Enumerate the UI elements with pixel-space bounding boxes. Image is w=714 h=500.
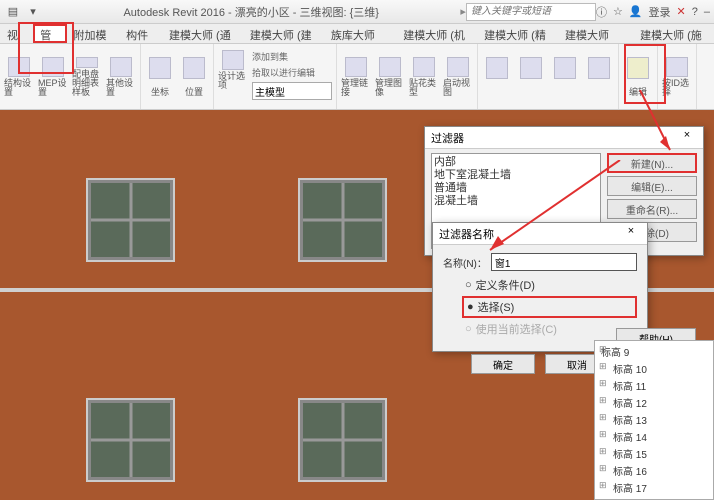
title-bar: ▤ ▾ Autodesk Revit 2016 - 漂亮的小区 - 三维视图: … <box>0 0 714 24</box>
window-model <box>88 400 173 480</box>
new-button[interactable]: 新建(N)... <box>607 153 697 173</box>
menu-m4[interactable]: 建模大师 (机电) <box>396 24 477 43</box>
btn-m2[interactable] <box>516 57 546 97</box>
btn-m4[interactable] <box>584 57 614 97</box>
help-icon[interactable]: ? <box>692 6 698 18</box>
rename-button[interactable]: 重命名(R)... <box>607 199 697 219</box>
window-model <box>300 180 385 260</box>
filter-dialog-title: 过滤器 × <box>425 127 703 149</box>
user-icon[interactable]: 👤 <box>629 5 643 18</box>
btn-other[interactable]: 其他设置 <box>106 57 136 97</box>
filter-item[interactable]: 普通墙 <box>434 182 598 195</box>
tree-item[interactable]: 标高 16 <box>597 462 711 479</box>
btn-m1[interactable] <box>482 57 512 97</box>
tree-item[interactable]: 标高 18 <box>597 496 711 500</box>
ok-button[interactable]: 确定 <box>471 354 535 374</box>
window-model <box>88 180 173 260</box>
highlight-ribbon-right <box>624 44 666 104</box>
ribbon: 结构设置 MEP设置 配电盘明细表样板 其他设置 坐标 位置 设计选项 添加到集… <box>0 44 714 110</box>
tree-item[interactable]: 标高 12 <box>597 394 711 411</box>
menu-m6[interactable]: 建模大师 (PC) <box>558 24 633 43</box>
pick-edit[interactable]: 拾取以进行编辑 <box>252 66 332 79</box>
filter-item[interactable]: 地下室混凝土墙 <box>434 169 598 182</box>
btn-decal[interactable]: 贴花类型 <box>409 57 439 97</box>
quick-access-toolbar: ▤ ▾ <box>4 3 42 21</box>
menu-m7[interactable]: 建模大师 (施工) <box>633 24 714 43</box>
min-icon[interactable]: – <box>704 6 710 18</box>
exchange-icon[interactable]: ✕ <box>677 5 686 18</box>
menu-m5[interactable]: 建模大师 (精装) <box>477 24 558 43</box>
menu-bar: 视图 管理 附加模块 构件坞 建模大师 (通用) 建模大师 (建筑) 族库大师V… <box>0 24 714 44</box>
app-title: Autodesk Revit 2016 - 漂亮的小区 - 三维视图: {三维} <box>42 4 460 20</box>
ribbon-group-location: 坐标 位置 <box>141 44 214 109</box>
star-icon[interactable]: ☆ <box>613 5 623 18</box>
ribbon-group-misc <box>478 44 619 109</box>
name-dialog-title: 过滤器名称 × <box>433 223 647 245</box>
title-right: ⓘ ☆ 👤 登录 ✕ ? – <box>596 4 710 20</box>
menu-gjw[interactable]: 构件坞 <box>119 24 162 43</box>
tree-item[interactable]: 标高 17 <box>597 479 711 496</box>
ribbon-group-manage: 管理链接 管理图像 贴花类型 启动视图 <box>337 44 478 109</box>
ribbon-group-design: 设计选项 添加到集 拾取以进行编辑 <box>214 44 337 109</box>
filter-item[interactable]: 内部 <box>434 156 598 169</box>
tree-item[interactable]: 标高 11 <box>597 377 711 394</box>
window-model <box>300 400 385 480</box>
btn-coord[interactable]: 坐标 <box>145 57 175 97</box>
menu-addins[interactable]: 附加模块 <box>67 24 120 43</box>
name-input[interactable] <box>491 253 637 271</box>
close-icon[interactable]: × <box>677 129 697 147</box>
btn-selid[interactable]: 按ID选择 <box>662 57 692 97</box>
highlight-ribbon-left <box>18 22 74 74</box>
tree-item[interactable]: 标高 14 <box>597 428 711 445</box>
radio-select[interactable]: ●选择(S) <box>462 296 637 318</box>
tree-item[interactable]: 标高 13 <box>597 411 711 428</box>
menu-m2[interactable]: 建模大师 (建筑) <box>243 24 324 43</box>
menu-m3[interactable]: 族库大师V4.4 <box>324 24 396 43</box>
radio-current: ○使用当前选择(C) <box>465 321 637 337</box>
name-label: 名称(N)： <box>443 255 487 270</box>
radio-define[interactable]: ○定义条件(D) <box>465 277 637 293</box>
filter-item[interactable]: 混凝土墙 <box>434 195 598 208</box>
app-icon[interactable]: ▤ <box>4 3 22 21</box>
edit-button[interactable]: 编辑(E)... <box>607 176 697 196</box>
btn-start[interactable]: 启动视图 <box>443 57 473 97</box>
info-icon[interactable]: ⓘ <box>596 4 607 20</box>
btn-pos[interactable]: 位置 <box>179 57 209 97</box>
btn-links[interactable]: 管理链接 <box>341 57 371 97</box>
project-browser[interactable]: 标高 9 标高 10 标高 11 标高 12 标高 13 标高 14 标高 15… <box>594 340 714 500</box>
tree-item[interactable]: 标高 9 <box>597 343 711 360</box>
design-combo[interactable] <box>252 82 332 100</box>
user-label[interactable]: 登录 <box>649 4 671 20</box>
add-to-set[interactable]: 添加到集 <box>252 50 332 63</box>
btn-images[interactable]: 管理图像 <box>375 57 405 97</box>
btn-design[interactable]: 设计选项 <box>218 50 248 90</box>
btn-m3[interactable] <box>550 57 580 97</box>
search-input[interactable] <box>466 3 596 21</box>
tree-item[interactable]: 标高 10 <box>597 360 711 377</box>
tree-item[interactable]: 标高 15 <box>597 445 711 462</box>
btn-panel[interactable]: 配电盘明细表样板 <box>72 57 102 97</box>
open-icon[interactable]: ▾ <box>24 3 42 21</box>
close-icon[interactable]: × <box>621 225 641 243</box>
menu-m1[interactable]: 建模大师 (通用) <box>162 24 243 43</box>
